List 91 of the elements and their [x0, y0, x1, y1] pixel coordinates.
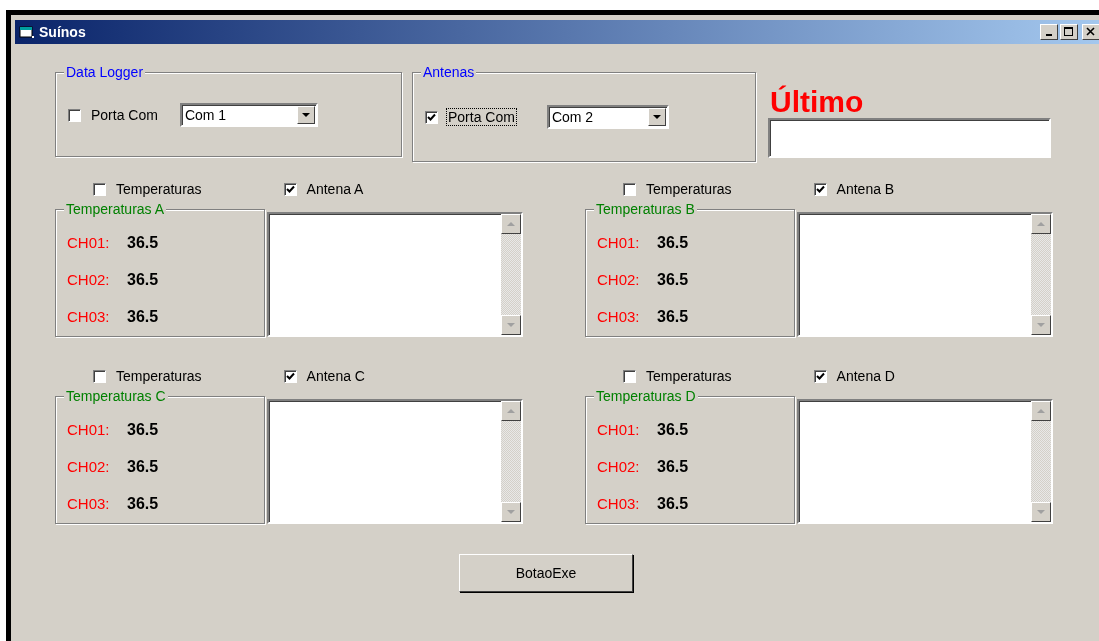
channel-value: 36.5: [127, 420, 159, 439]
list-box[interactable]: [267, 399, 523, 524]
checkbox[interactable]: [425, 110, 438, 124]
channel-label: CH01:: [597, 421, 641, 438]
com-dropdown[interactable]: Com 1: [179, 103, 318, 127]
group-title: Temperaturas B: [594, 201, 697, 217]
temperaturas-checkbox[interactable]: Temperaturas: [623, 180, 734, 198]
checkbox-label: Antena A: [305, 180, 365, 198]
checkbox[interactable]: [813, 369, 827, 383]
text-field[interactable]: [768, 118, 1051, 158]
checkbox-label: Temperaturas: [645, 180, 733, 198]
checkbox-label: Temperaturas: [645, 367, 733, 385]
close-button[interactable]: [1082, 24, 1099, 40]
channel-value: 36.5: [657, 420, 689, 439]
checkbox[interactable]: [68, 108, 81, 122]
checkbox[interactable]: [623, 182, 636, 196]
scroll-up-icon[interactable]: [1031, 401, 1051, 421]
channel-label: CH03:: [67, 495, 111, 512]
channel-label: CH02:: [597, 458, 641, 475]
group-title: Temperaturas D: [594, 388, 698, 404]
channel-value: 36.5: [657, 307, 689, 326]
minimize-icon: [1046, 34, 1052, 36]
last-label: Último: [769, 86, 865, 118]
checkbox-label: Porta Com: [446, 108, 517, 126]
antena-checkbox[interactable]: Antena D: [813, 367, 897, 385]
checkbox[interactable]: [93, 369, 106, 383]
checkbox-label: Temperaturas: [115, 367, 203, 385]
scroll-up-icon[interactable]: [501, 214, 521, 234]
list-box[interactable]: [267, 212, 523, 337]
channel-value: 36.5: [127, 307, 159, 326]
channel-label: CH01:: [67, 421, 111, 438]
channel-label: CH01:: [597, 234, 641, 251]
scrollbar[interactable]: [1031, 401, 1051, 522]
channel-value: 36.5: [657, 494, 689, 513]
antena-checkbox[interactable]: Antena B: [813, 180, 897, 198]
channel-value: 36.5: [657, 457, 689, 476]
window-icon: [19, 25, 35, 39]
dropdown-value: Com 1: [183, 107, 228, 123]
channel-value: 36.5: [657, 233, 689, 252]
execute-button[interactable]: BotaoExe: [459, 554, 633, 592]
group-title: Temperaturas C: [64, 388, 168, 404]
group-title: Antenas: [421, 64, 477, 80]
minimize-button[interactable]: [1040, 24, 1058, 40]
scroll-up-icon[interactable]: [1031, 214, 1051, 234]
scrollbar[interactable]: [501, 401, 521, 522]
channel-label: CH03:: [67, 308, 111, 325]
close-icon: [1086, 27, 1096, 37]
scroll-down-icon[interactable]: [1031, 502, 1051, 522]
checkbox-label: Temperaturas: [115, 180, 203, 198]
scrollbar[interactable]: [501, 214, 521, 335]
porta-checkbox[interactable]: Porta Com: [425, 108, 517, 126]
channel-label: CH01:: [67, 234, 111, 251]
channel-value: 36.5: [657, 270, 689, 289]
maximize-icon: [1064, 27, 1074, 37]
checkbox-label: Antena C: [305, 367, 366, 385]
channel-label: CH02:: [67, 458, 111, 475]
channel-value: 36.5: [127, 494, 159, 513]
temperaturas-checkbox[interactable]: Temperaturas: [623, 367, 734, 385]
channel-label: CH03:: [597, 495, 641, 512]
porta-checkbox[interactable]: Porta Com: [68, 106, 160, 124]
antena-checkbox[interactable]: Antena A: [283, 180, 366, 198]
checkbox[interactable]: [283, 182, 297, 196]
scroll-down-icon[interactable]: [501, 502, 521, 522]
checkbox[interactable]: [813, 182, 827, 196]
channel-value: 36.5: [127, 457, 159, 476]
list-box[interactable]: [797, 399, 1053, 524]
scroll-down-icon[interactable]: [1031, 315, 1051, 335]
scroll-down-icon[interactable]: [501, 315, 521, 335]
checkbox[interactable]: [283, 369, 297, 383]
checkbox[interactable]: [623, 369, 636, 383]
checkbox-label: Porta Com: [90, 106, 159, 124]
window-title: Suínos: [39, 24, 86, 40]
checkbox[interactable]: [93, 182, 106, 196]
dropdown-value: Com 2: [550, 109, 595, 125]
scroll-up-icon[interactable]: [501, 401, 521, 421]
maximize-button[interactable]: [1060, 24, 1078, 40]
channel-label: CH02:: [67, 271, 111, 288]
temperaturas-checkbox[interactable]: Temperaturas: [93, 180, 204, 198]
group-title: Data Logger: [64, 64, 146, 80]
temperaturas-checkbox[interactable]: Temperaturas: [93, 367, 204, 385]
checkbox-label: Antena D: [835, 367, 896, 385]
channel-value: 36.5: [127, 270, 159, 289]
com-dropdown[interactable]: Com 2: [546, 105, 669, 129]
checkbox-label: Antena B: [835, 180, 896, 198]
list-box[interactable]: [797, 212, 1053, 337]
channel-label: CH03:: [597, 308, 641, 325]
antena-checkbox[interactable]: Antena C: [283, 367, 367, 385]
channel-value: 36.5: [127, 233, 159, 252]
group-title: Temperaturas A: [64, 201, 167, 217]
scrollbar[interactable]: [1031, 214, 1051, 335]
channel-label: CH02:: [597, 271, 641, 288]
